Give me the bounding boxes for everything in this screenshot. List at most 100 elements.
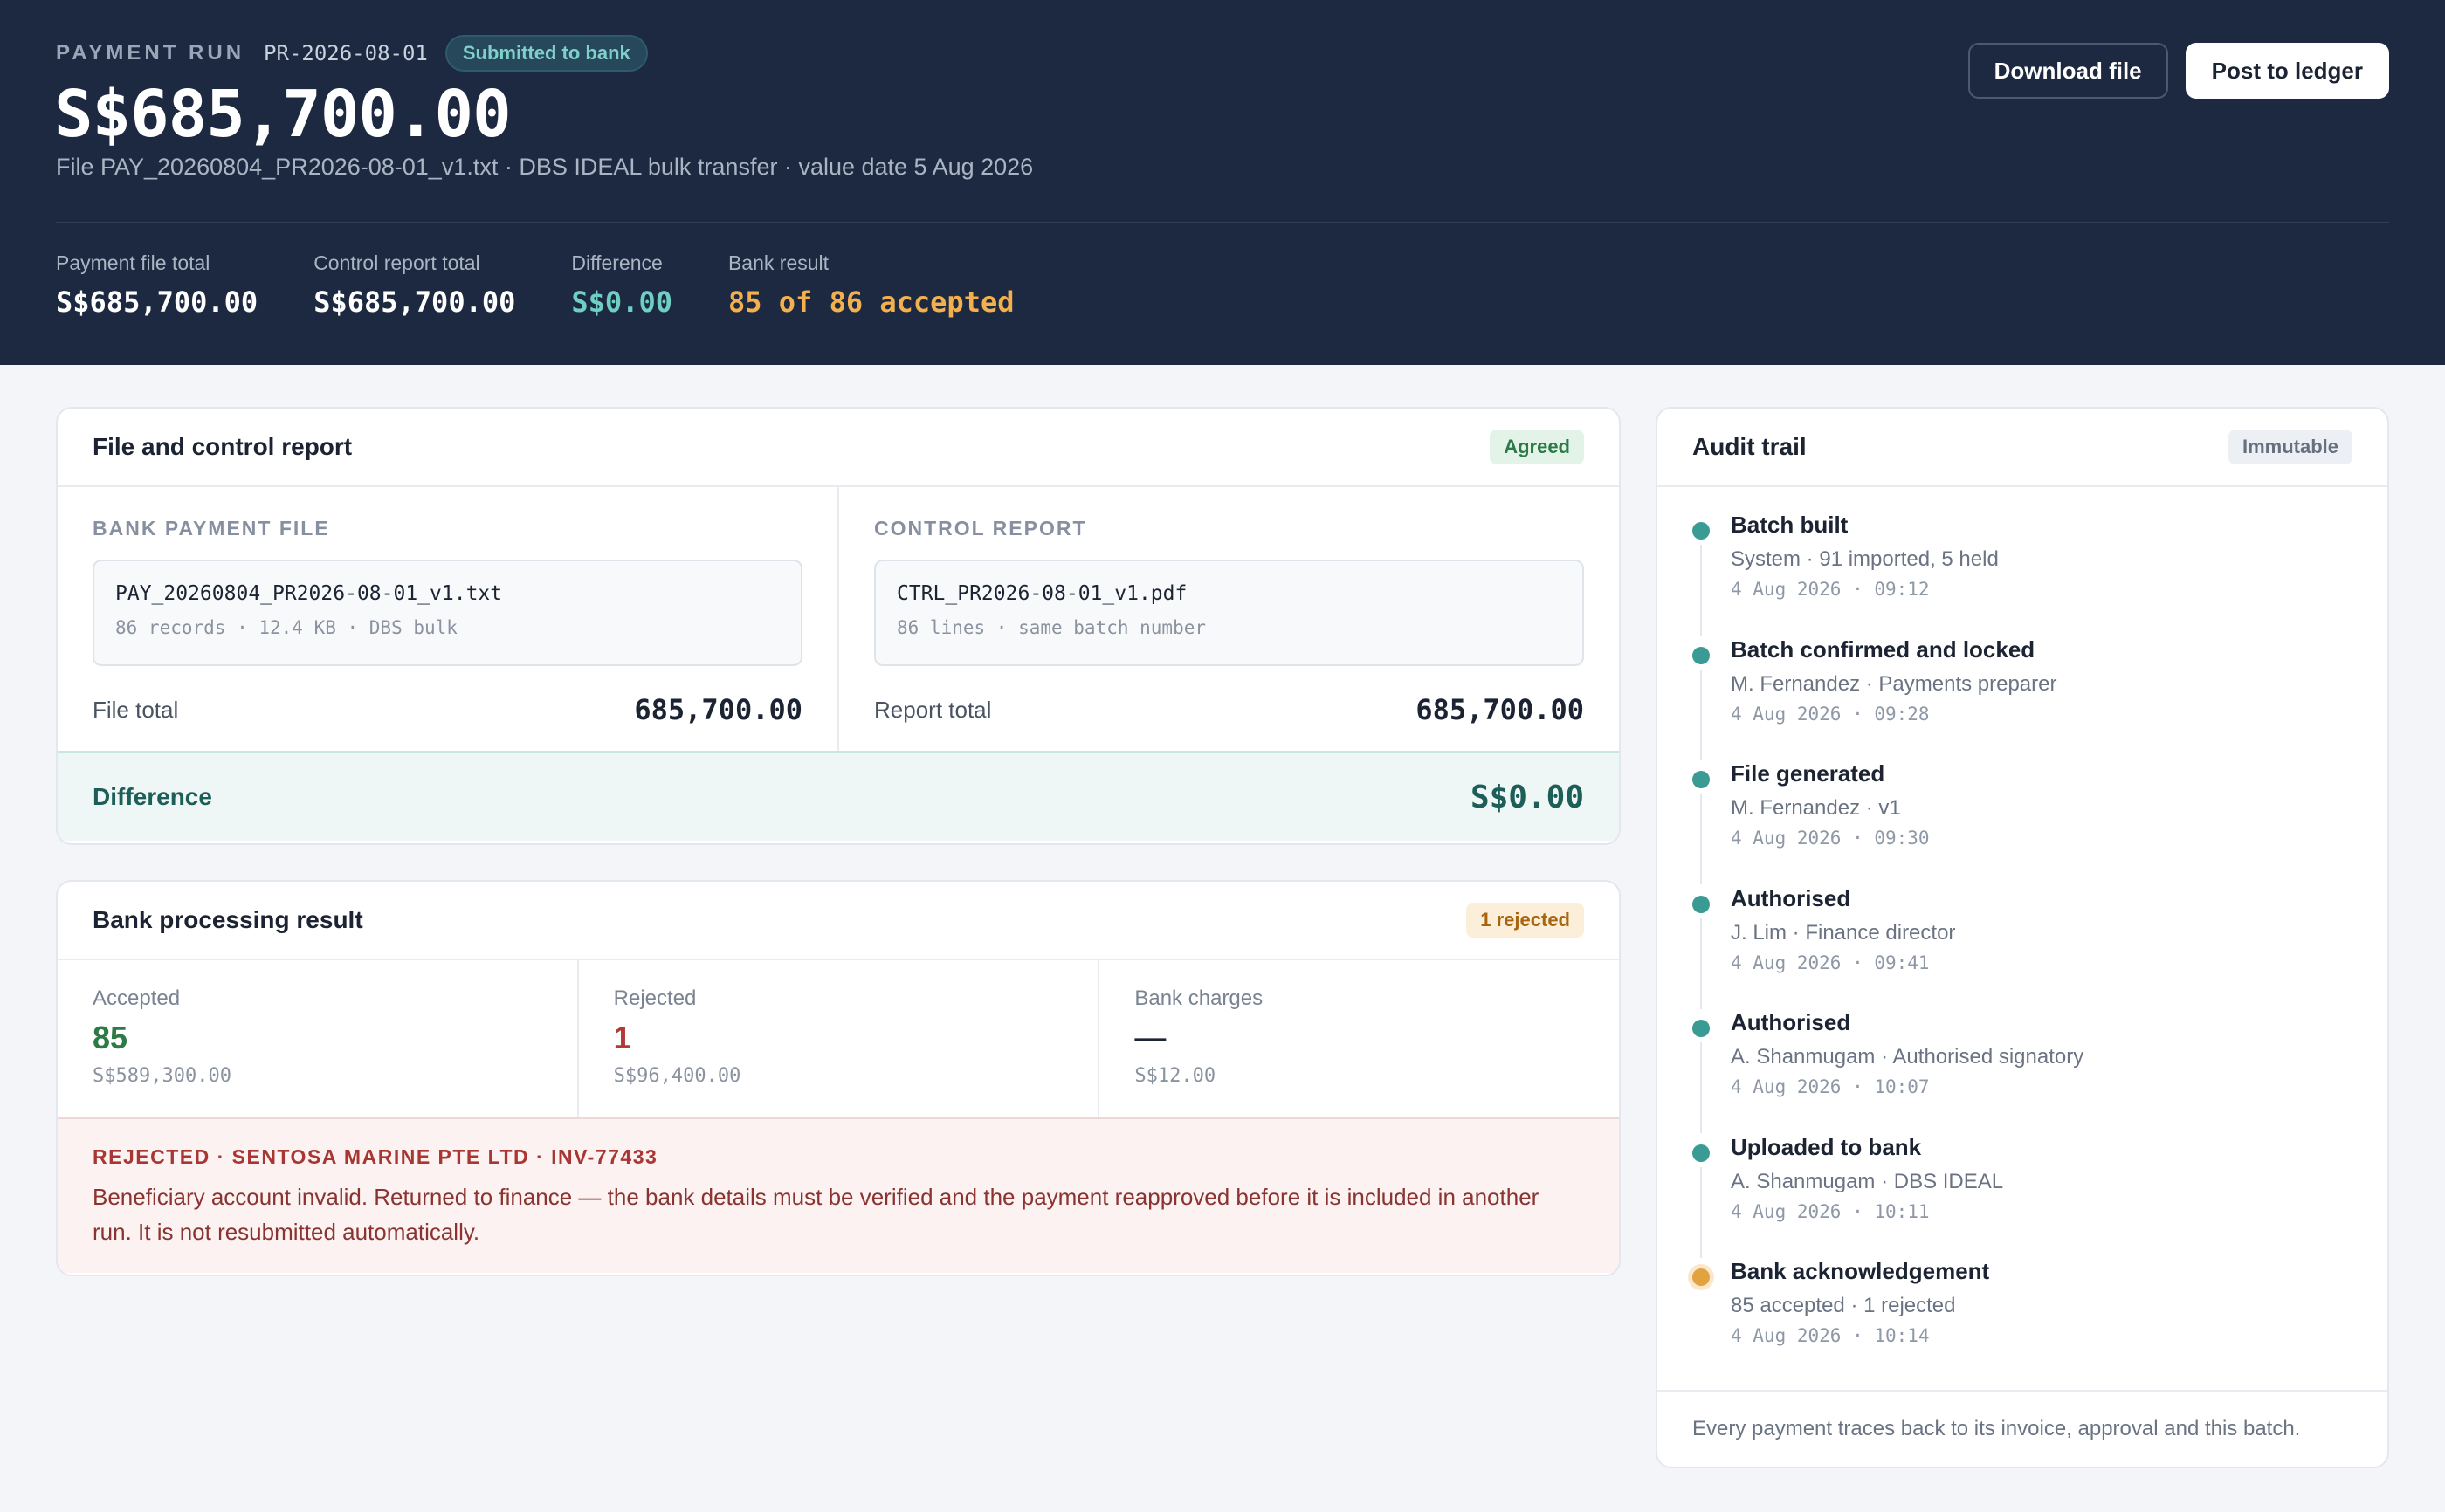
stat-label: Accepted: [93, 986, 181, 1010]
audit-timestamp: 4 Aug 2026 · 09:41: [1731, 952, 1930, 973]
download-file-button[interactable]: Download file: [1967, 43, 2168, 99]
file-control-body: BANK PAYMENT FILE PAY_20260804_PR2026-08…: [58, 487, 1619, 753]
stat-control-report-total: Control report total S$685,700.00: [313, 251, 515, 319]
audit-footer: Every payment traces back to its invoice…: [1657, 1390, 2387, 1467]
stat-value: S$0.00: [571, 285, 672, 319]
audit-title: Batch built: [1731, 512, 1849, 538]
stat-label: Difference: [571, 251, 663, 274]
audit-list: Batch built System · 91 imported, 5 held 4…: [1692, 512, 2352, 1383]
audit-item: File generated M. Fernandez · v1 4 Aug 202…: [1692, 760, 2352, 885]
audit-item: Bank acknowledgement 85 accepted · 1 reje…: [1692, 1258, 2352, 1383]
audit-timestamp: 4 Aug 2026 · 09:12: [1731, 579, 1930, 600]
stat-value: 85 of 86 accepted: [727, 285, 1015, 319]
audit-title: File generated: [1731, 760, 1885, 787]
audit-title: Authorised: [1731, 884, 1851, 911]
audit-item: Authorised J. Lim · Finance director 4 Aug…: [1692, 885, 2352, 1010]
stat-amount: S$589,300.00: [93, 1065, 231, 1087]
audit-actor: System · 91 imported, 5 held: [1731, 547, 1999, 571]
audit-title: Authorised: [1731, 1009, 1851, 1035]
summary-stats: Payment file total S$685,700.00 Control …: [56, 251, 1014, 319]
bank-charges-stat: Bank charges — S$12.00: [1098, 960, 1619, 1117]
bank-processing-stats: Accepted 85 S$589,300.00 Rejected 1 S$96…: [58, 960, 1619, 1119]
stat-payment-file-total: Payment file total S$685,700.00: [56, 251, 258, 319]
card-title: Audit trail: [1692, 433, 1807, 460]
audit-item: Batch confirmed and locked M. Fernandez ·…: [1692, 636, 2352, 761]
difference-value: S$0.00: [1470, 779, 1584, 815]
stat-amount: S$12.00: [1134, 1065, 1216, 1087]
audit-item: Batch built System · 91 imported, 5 held 4…: [1692, 512, 2352, 636]
audit-actor: A. Shanmugam · DBS IDEAL: [1731, 1169, 2004, 1193]
stat-bank-result: Bank result 85 of 86 accepted: [728, 251, 1015, 319]
timeline-connector: [1700, 918, 1702, 1009]
total-label: File total: [93, 696, 179, 723]
audit-timestamp: 4 Aug 2026 · 10:14: [1731, 1325, 1930, 1346]
rejection-title: REJECTED · SENTOSA MARINE PTE LTD · INV-…: [93, 1145, 658, 1168]
bank-file-box[interactable]: PAY_20260804_PR2026-08-01_v1.txt 86 reco…: [93, 560, 802, 666]
run-meta-row: PAYMENT RUN PR-2026-08-01 Submitted to b…: [56, 33, 648, 73]
audit-title: Bank acknowledgement: [1731, 1258, 1990, 1284]
card-header: Bank processing result 1 rejected: [58, 882, 1619, 960]
total-value: 685,700.00: [634, 693, 802, 726]
rejected-stat: Rejected 1 S$96,400.00: [576, 960, 1099, 1117]
accepted-stat: Accepted 85 S$589,300.00: [58, 960, 577, 1117]
post-to-ledger-button[interactable]: Post to ledger: [2185, 43, 2389, 99]
immutable-badge: Immutable: [2228, 430, 2352, 464]
status-dot-icon: [1692, 522, 1710, 540]
audit-actor: 85 accepted · 1 rejected: [1731, 1294, 1956, 1317]
stat-amount: S$96,400.00: [613, 1065, 741, 1087]
audit-timestamp: 4 Aug 2026 · 10:07: [1731, 1076, 1930, 1097]
file-meta: 86 lines · same batch number: [897, 617, 1207, 638]
timeline-connector: [1700, 1042, 1702, 1133]
stat-value: 85: [93, 1020, 128, 1055]
payment-run-header: PAYMENT RUN PR-2026-08-01 Submitted to b…: [0, 0, 2445, 365]
stat-value: —: [1134, 1020, 1167, 1055]
status-dot-icon: [1692, 895, 1710, 913]
rejection-notice: REJECTED · SENTOSA MARINE PTE LTD · INV-…: [58, 1119, 1619, 1273]
card-title: Bank processing result: [93, 906, 363, 933]
card-header: Audit trail Immutable: [1657, 409, 2387, 487]
audit-actor: A. Shanmugam · Authorised signatory: [1731, 1045, 2084, 1069]
status-badge: Submitted to bank: [444, 35, 648, 72]
audit-actor: J. Lim · Finance director: [1731, 920, 1956, 945]
file-name: PAY_20260804_PR2026-08-01_v1.txt: [115, 582, 503, 605]
audit-timestamp: 4 Aug 2026 · 09:30: [1731, 828, 1930, 849]
status-dot-icon: [1692, 771, 1710, 788]
stat-label: Payment file total: [56, 251, 210, 274]
audit-actor: M. Fernandez · Payments preparer: [1731, 671, 2057, 696]
stat-label: Control report total: [313, 251, 480, 274]
difference-row: Difference S$0.00: [58, 753, 1619, 841]
agreed-badge: Agreed: [1490, 430, 1584, 464]
stat-difference: Difference S$0.00: [571, 251, 672, 319]
file-name: CTRL_PR2026-08-01_v1.pdf: [897, 582, 1188, 605]
stat-label: Bank result: [727, 251, 830, 274]
stat-value: S$685,700.00: [313, 285, 516, 319]
total-label: Report total: [874, 696, 992, 723]
audit-timestamp: 4 Aug 2026 · 10:11: [1731, 1200, 1930, 1222]
report-total-row: Report total 685,700.00: [874, 693, 1584, 726]
header-divider: [56, 222, 2389, 223]
card-header: File and control report Agreed: [58, 409, 1619, 487]
run-subtitle: File PAY_20260804_PR2026-08-01_v1.txt · …: [56, 154, 1034, 180]
timeline-connector: [1700, 794, 1702, 884]
timeline-connector: [1700, 1166, 1702, 1258]
stat-value: S$685,700.00: [56, 285, 258, 319]
control-report-box[interactable]: CTRL_PR2026-08-01_v1.pdf 86 lines · same…: [874, 560, 1584, 666]
status-dot-icon: [1692, 1144, 1710, 1162]
audit-item: Uploaded to bank A. Shanmugam · DBS IDEAL…: [1692, 1134, 2352, 1259]
total-value: 685,700.00: [1415, 693, 1584, 726]
card-title: File and control report: [93, 433, 353, 460]
audit-title: Batch confirmed and locked: [1731, 636, 2035, 663]
warning-dot-icon: [1692, 1268, 1710, 1286]
file-control-card: File and control report Agreed BANK PAYM…: [56, 407, 1621, 845]
run-id: PR-2026-08-01: [264, 41, 428, 65]
audit-trail-card: Audit trail Immutable Batch built System …: [1656, 407, 2389, 1468]
rejection-text: Beneficiary account invalid. Returned to…: [93, 1184, 1539, 1245]
stat-value: 1: [613, 1020, 631, 1055]
audit-title: Uploaded to bank: [1731, 1133, 1922, 1160]
run-amount: S$685,700.00: [54, 77, 512, 152]
audit-actor: M. Fernandez · v1: [1731, 796, 1901, 820]
header-actions: Download file Post to ledger: [1967, 43, 2389, 99]
file-total-row: File total 685,700.00: [93, 693, 802, 726]
control-report-panel: CONTROL REPORT CTRL_PR2026-08-01_v1.pdf …: [837, 487, 1619, 751]
section-label: BANK PAYMENT FILE: [93, 517, 330, 540]
